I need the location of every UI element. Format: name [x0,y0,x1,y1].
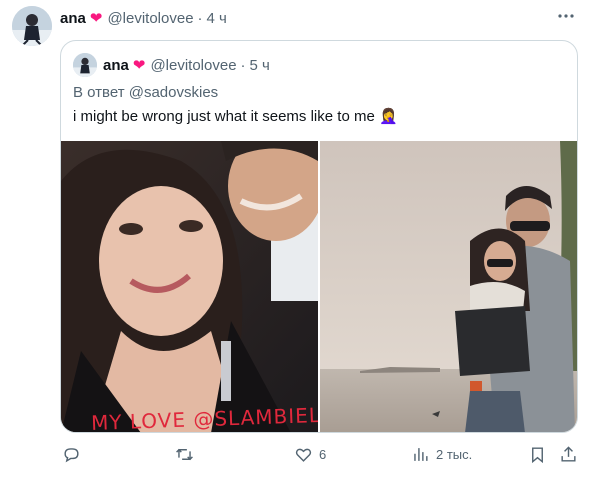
more-icon[interactable] [555,6,577,26]
avatar[interactable] [12,6,52,46]
media-grid: MY LOVE @SLAMBIEL [61,141,577,432]
quoted-header: ana ❤ @levitolovee · 5 ч [103,55,270,75]
like-button[interactable]: 6 [294,441,326,467]
reply-to: В ответ @sadovskies [73,84,219,101]
separator: · [197,9,203,27]
views-count: 2 тыс. [436,446,473,462]
avatar [73,53,97,77]
heart-icon: ❤ [89,10,103,27]
quoted-author-name: ana [103,56,129,74]
quoted-time: 5 ч [249,56,270,74]
separator: · [240,56,246,74]
tweet-header: ana ❤ @levitolovee · 4 ч [60,8,227,28]
retweet-icon [176,448,193,460]
reply-icon [64,447,79,462]
like-count: 6 [319,446,327,462]
bookmark-icon [532,446,543,463]
quoted-tweet[interactable]: ana ❤ @levitolovee · 5 ч В ответ @sadovs… [60,40,578,433]
heart-icon: ❤ [132,57,146,74]
share-icon [561,445,576,462]
quoted-author-handle: @levitolovee [150,56,237,74]
author-name[interactable]: ana [60,10,86,27]
tweet-time[interactable]: 4 ч [207,10,227,27]
quoted-text-body: i might be wrong just what it seems like… [73,108,375,125]
facepalm-emoji: 🤦‍♀️ [378,108,398,125]
share-button[interactable] [559,441,578,467]
photo-lake-couple[interactable] [320,141,577,432]
reply-button[interactable] [62,441,87,467]
views-button[interactable]: 2 тыс. [411,441,472,467]
quoted-text: i might be wrong just what it seems like… [73,107,398,125]
like-icon [295,448,312,462]
action-bar: 6 2 тыс. [58,441,580,467]
bookmark-button[interactable] [528,441,547,467]
views-icon [414,447,428,461]
photo-selfie[interactable]: MY LOVE @SLAMBIEL [61,141,318,432]
author-handle[interactable]: @levitolovee [107,10,193,27]
retweet-button[interactable] [175,441,200,467]
